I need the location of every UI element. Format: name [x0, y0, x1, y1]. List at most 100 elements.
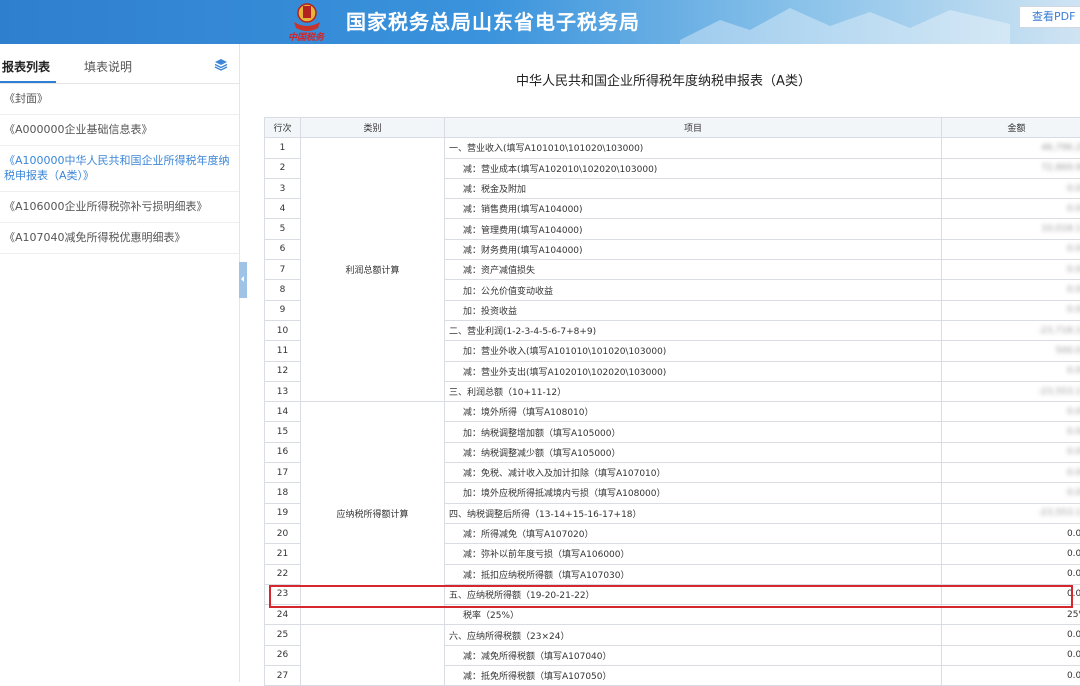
table-row: 25六、应纳所得税额（23×24）0.00 [265, 625, 1080, 645]
row-number: 8 [265, 280, 301, 300]
form-nav-list: 《封面》 《A000000企业基础信息表》 《A100000中华人民共和国企业所… [0, 84, 239, 254]
row-number: 2 [265, 158, 301, 178]
brand-logo-text: 中国税务 [288, 30, 324, 43]
amount-value: 500.01 [1056, 346, 1080, 356]
category-cell [301, 625, 445, 686]
amount-cell[interactable]: 0.00 [942, 463, 1080, 483]
col-header-category: 类别 [301, 118, 445, 138]
amount-value: 0.00 [1067, 427, 1080, 437]
amount-cell[interactable]: 0.00 [942, 666, 1080, 686]
app-header: 中国税务 国家税务总局山东省电子税务局 查看PDF [0, 0, 1080, 44]
row-number: 3 [265, 178, 301, 198]
row-number: 22 [265, 564, 301, 584]
amount-value: 0.00 [1067, 468, 1080, 478]
item-label: 减：资产减值损失 [445, 260, 942, 280]
amount-value: 10,018.11 [1041, 224, 1080, 234]
sidebar-item-a100000[interactable]: 《A100000中华人民共和国企业所得税年度纳税申报表（A类）》 [0, 146, 239, 192]
amount-cell[interactable]: 0.00 [942, 199, 1080, 219]
amount-cell[interactable]: 0.00 [942, 564, 1080, 584]
item-label: 减：财务费用(填写A104000) [445, 239, 942, 259]
item-label: 减：纳税调整减少额（填写A105000） [445, 442, 942, 462]
item-label: 税率（25%） [445, 605, 942, 625]
row-number: 21 [265, 544, 301, 564]
sidebar: 报表列表 填表说明 《封面》 《A000000企业基础信息表》 《A100000… [0, 44, 240, 682]
sidebar-item-cover[interactable]: 《封面》 [0, 84, 239, 115]
item-label: 三、利润总额（10+11-12） [445, 381, 942, 401]
amount-value: -23,553.11 [1038, 508, 1080, 518]
row-number: 23 [265, 584, 301, 604]
main-content: 中华人民共和国企业所得税年度纳税申报表（A类） 行次 类别 项目 金额 1利润总… [247, 44, 1080, 682]
row-number: 14 [265, 402, 301, 422]
amount-cell[interactable]: 25% [942, 605, 1080, 625]
sidebar-tabs: 报表列表 填表说明 [0, 44, 239, 84]
item-label: 加：境外应税所得抵减境内亏损（填写A108000） [445, 483, 942, 503]
amount-cell[interactable]: -23,718.15 [942, 320, 1080, 340]
amount-cell[interactable]: 0.00 [942, 483, 1080, 503]
amount-value: -23,718.15 [1038, 326, 1080, 336]
category-cell: 应纳税所得额计算 [301, 402, 445, 625]
sidebar-collapse-handle[interactable] [239, 262, 247, 298]
item-label: 减：营业外支出(填写A102010\102020\103000) [445, 361, 942, 381]
row-number: 11 [265, 341, 301, 361]
row-number: 13 [265, 381, 301, 401]
active-tab-indicator [0, 81, 56, 83]
amount-cell[interactable]: -23,553.11 [942, 381, 1080, 401]
table-body: 1利润总额计算一、营业收入(填写A101010\101020\103000)46… [265, 138, 1080, 686]
item-label: 减：抵扣应纳税所得额（填写A107030） [445, 564, 942, 584]
amount-cell[interactable]: 0.00 [942, 300, 1080, 320]
amount-cell[interactable]: 0.00 [942, 523, 1080, 543]
layers-icon[interactable] [214, 58, 228, 72]
amount-value: 25% [1067, 610, 1080, 620]
amount-cell[interactable]: 0.00 [942, 442, 1080, 462]
sidebar-item-a106000[interactable]: 《A106000企业所得税弥补亏损明细表》 [0, 192, 239, 223]
amount-cell[interactable]: 0.00 [942, 584, 1080, 604]
amount-value: 0.00 [1067, 407, 1080, 417]
amount-cell[interactable]: 0.00 [942, 178, 1080, 198]
amount-cell[interactable]: 10,018.11 [942, 219, 1080, 239]
sidebar-item-a000000[interactable]: 《A000000企业基础信息表》 [0, 115, 239, 146]
amount-cell[interactable]: 0.00 [942, 645, 1080, 665]
col-header-row-num: 行次 [265, 118, 301, 138]
amount-cell[interactable]: 0.00 [942, 422, 1080, 442]
item-label: 四、纳税调整后所得（13-14+15-16-17+18） [445, 503, 942, 523]
item-label: 六、应纳所得税额（23×24） [445, 625, 942, 645]
view-pdf-button[interactable]: 查看PDF [1019, 6, 1080, 28]
amount-cell[interactable]: 0.00 [942, 239, 1080, 259]
table-row: 14应纳税所得额计算减：境外所得（填写A108010）0.00 [265, 402, 1080, 422]
row-number: 5 [265, 219, 301, 239]
item-label: 减：销售费用(填写A104000) [445, 199, 942, 219]
amount-cell[interactable]: 0.00 [942, 544, 1080, 564]
item-label: 减：管理费用(填写A104000) [445, 219, 942, 239]
amount-cell[interactable]: 0.00 [942, 625, 1080, 645]
row-number: 16 [265, 442, 301, 462]
item-label: 减：免税、减计收入及加计扣除（填写A107010） [445, 463, 942, 483]
amount-cell[interactable]: 46,796.29 [942, 138, 1080, 158]
amount-cell[interactable]: 500.01 [942, 341, 1080, 361]
row-number: 24 [265, 605, 301, 625]
amount-cell[interactable]: 0.00 [942, 361, 1080, 381]
amount-value: 0.00 [1067, 488, 1080, 498]
sidebar-item-a107040[interactable]: 《A107040减免所得税优惠明细表》 [0, 223, 239, 254]
great-wall-decoration [680, 0, 1010, 44]
item-label: 加：投资收益 [445, 300, 942, 320]
tab-form-list[interactable]: 报表列表 [2, 58, 50, 75]
item-label: 减：境外所得（填写A108010） [445, 402, 942, 422]
row-number: 7 [265, 260, 301, 280]
table-row: 1利润总额计算一、营业收入(填写A101010\101020\103000)46… [265, 138, 1080, 158]
row-number: 27 [265, 666, 301, 686]
row-number: 26 [265, 645, 301, 665]
item-label: 减：营业成本(填写A102010\102020\103000) [445, 158, 942, 178]
row-number: 6 [265, 239, 301, 259]
amount-cell[interactable]: 0.00 [942, 260, 1080, 280]
amount-cell[interactable]: 0.00 [942, 402, 1080, 422]
amount-cell[interactable]: -23,553.11 [942, 503, 1080, 523]
amount-cell[interactable]: 72,869.90 [942, 158, 1080, 178]
amount-value: 0.00 [1067, 589, 1080, 599]
amount-value: 0.00 [1067, 447, 1080, 457]
tab-fill-instructions[interactable]: 填表说明 [84, 58, 132, 75]
row-number: 15 [265, 422, 301, 442]
tax-return-table: 行次 类别 项目 金额 1利润总额计算一、营业收入(填写A101010\1010… [264, 117, 1080, 686]
amount-cell[interactable]: 0.00 [942, 280, 1080, 300]
amount-value: 72,869.90 [1041, 163, 1080, 173]
item-label: 减：所得减免（填写A107020） [445, 523, 942, 543]
